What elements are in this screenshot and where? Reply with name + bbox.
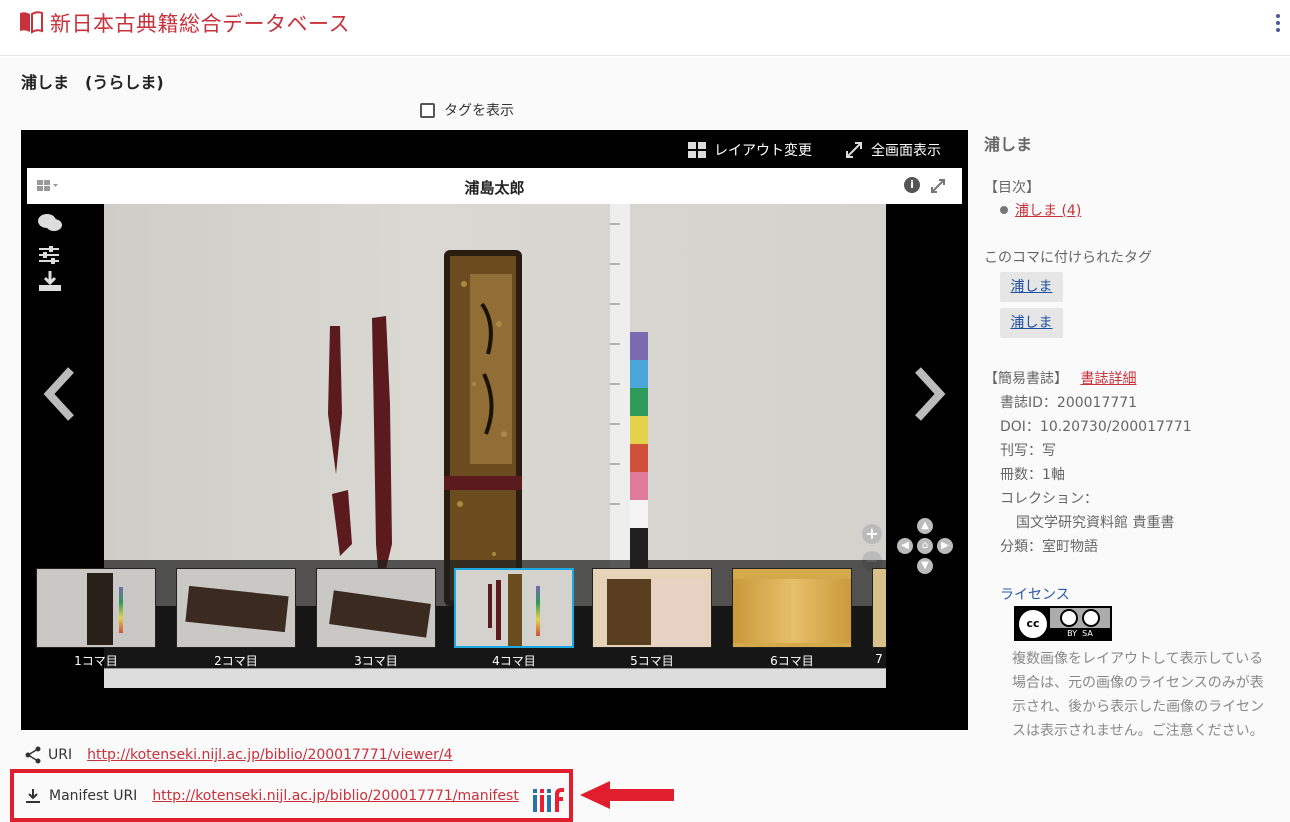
biblio-detail-link[interactable]: 書誌詳細 [1080,371,1136,387]
pan-down-icon[interactable]: ▼ [917,558,933,574]
thumbnail-2[interactable] [176,568,296,648]
layout-change-button[interactable]: レイアウト変更 [688,140,812,160]
right-toolbar [886,204,962,722]
collection-value: 国文学研究資料館 貴重書 [1016,515,1175,531]
thumbnail-label: 4コマ目 [492,654,536,668]
manifest-link[interactable]: http://kotenseki.nijl.ac.jp/biblio/20001… [152,788,519,804]
home-icon[interactable]: ⌂ [917,538,933,554]
edition: 刊写：写 [1000,443,1056,459]
toc-link[interactable]: 浦しま (4) [1015,200,1081,220]
pane-header: 浦島太郎 i [27,168,962,204]
thumbnail-strip: 1コマ目 2コマ目 3コマ目 4コマ目 5コマ目 6コマ目 7 [36,560,886,722]
license-label: ライセンス [1000,587,1070,603]
cc-logo-icon: cc [1016,608,1050,639]
download-icon[interactable] [37,270,63,292]
show-tags-toggle[interactable]: タグを表示 [420,100,514,120]
category: 分類：室町物語 [1000,539,1098,555]
thumbnail-7[interactable] [872,568,886,648]
download-icon [26,788,40,803]
viewer-pane: 浦島太郎 i + ▲ ◀ ⌂ ▶ ▼ 1コマ目 2コマ目 3コマ目 4コマ目 5… [27,168,962,722]
collection-label: コレクション： [1000,491,1098,507]
biblio-id: 書誌ID：200017771 [1000,395,1138,411]
doi: DOI：10.20730/200017771 [1000,419,1192,435]
thumbnail-5[interactable] [592,568,712,648]
uri-label: URI [48,747,73,763]
scroll-photo-drawing [328,204,648,606]
next-image-icon[interactable] [910,364,950,424]
thumbnail-label: 1コマ目 [74,654,118,668]
tag-button[interactable]: 浦しま [1000,272,1063,302]
pane-title: 浦島太郎 [464,179,525,197]
measurement-ruler [104,668,886,688]
volumes: 冊数：1軸 [1000,467,1065,483]
thumbnail-1[interactable] [36,568,156,648]
pan-up-icon[interactable]: ▲ [917,518,933,534]
thumbnail-4[interactable] [454,568,574,648]
page-title: 浦しま (うらしま) [21,73,164,92]
bullet-icon [1000,206,1008,214]
show-tags-label[interactable]: タグを表示 [444,100,514,120]
grid-layout-icon [688,142,706,158]
thumbnail-label: 5コマ目 [630,654,674,668]
thumbnail-label: 3コマ目 [354,654,398,668]
settings-sliders-icon[interactable] [37,244,63,266]
previous-image-icon[interactable] [39,364,79,424]
expand-pane-icon[interactable] [929,177,947,195]
main-content: 浦しま (うらしま) タグを表示 レイアウト変更 全画面表示 浦島太郎 i + … [0,57,1290,822]
pan-left-icon[interactable]: ◀ [897,538,913,554]
tag-link[interactable]: 浦しま [1011,279,1053,295]
by-sa-icon: BY SA [1050,608,1110,639]
expand-icon [846,142,862,158]
annotation-arrow [580,781,674,809]
zoom-in-icon[interactable]: + [862,524,882,544]
biblio-row: 【簡易書誌】 書誌詳細 [984,368,1136,388]
top-bar: 新日本古典籍総合データベース [0,0,1290,56]
scroll-image[interactable] [104,204,886,606]
checkbox-icon[interactable] [420,102,435,118]
iiif-logo-icon[interactable] [532,786,566,814]
annotation-icon[interactable] [37,212,63,234]
book-icon[interactable] [18,10,44,34]
manifest-label: Manifest URI [49,787,138,804]
site-title[interactable]: 新日本古典籍総合データベース [50,8,350,38]
toc-item: 浦しま (4) [1000,200,1081,220]
license-note: 複数画像をレイアウトして表示している場合は、元の画像のライセンスのみが表示され、… [1012,651,1265,739]
thumbnail-6[interactable] [732,568,852,648]
pan-right-icon[interactable]: ▶ [937,538,953,554]
tags-label: このコマに付けられたタグ [984,250,1152,266]
cc-by-sa-badge[interactable]: cc BY SA [1014,606,1112,641]
thumbnail-strip-footer [104,688,886,722]
image-viewer: レイアウト変更 全画面表示 浦島太郎 i + ▲ ◀ ⌂ ▶ ▼ 1コマ目 2コ… [21,130,968,730]
toc-label: 【目次】 [984,180,1040,196]
thumbnail-label: 6コマ目 [770,654,814,668]
sidebar-heading: 浦しま [984,135,1033,154]
fullscreen-button[interactable]: 全画面表示 [845,140,941,160]
info-icon[interactable]: i [904,177,920,193]
thumbnail-label: 2コマ目 [214,654,258,668]
manifest-uri-row: Manifest URI http://kotenseki.nijl.ac.jp… [10,769,573,822]
tag-link[interactable]: 浦しま [1011,315,1053,331]
tag-button[interactable]: 浦しま [1000,308,1063,338]
kebab-menu-icon[interactable] [1274,14,1282,36]
share-icon [25,746,41,764]
fullscreen-label: 全画面表示 [871,143,941,159]
thumbnail-3[interactable] [316,568,436,648]
uri-row: URI http://kotenseki.nijl.ac.jp/biblio/2… [24,746,453,764]
uri-link[interactable]: http://kotenseki.nijl.ac.jp/biblio/20001… [87,747,452,763]
biblio-label: 【簡易書誌】 [984,371,1068,387]
layout-change-label: レイアウト変更 [714,143,812,159]
